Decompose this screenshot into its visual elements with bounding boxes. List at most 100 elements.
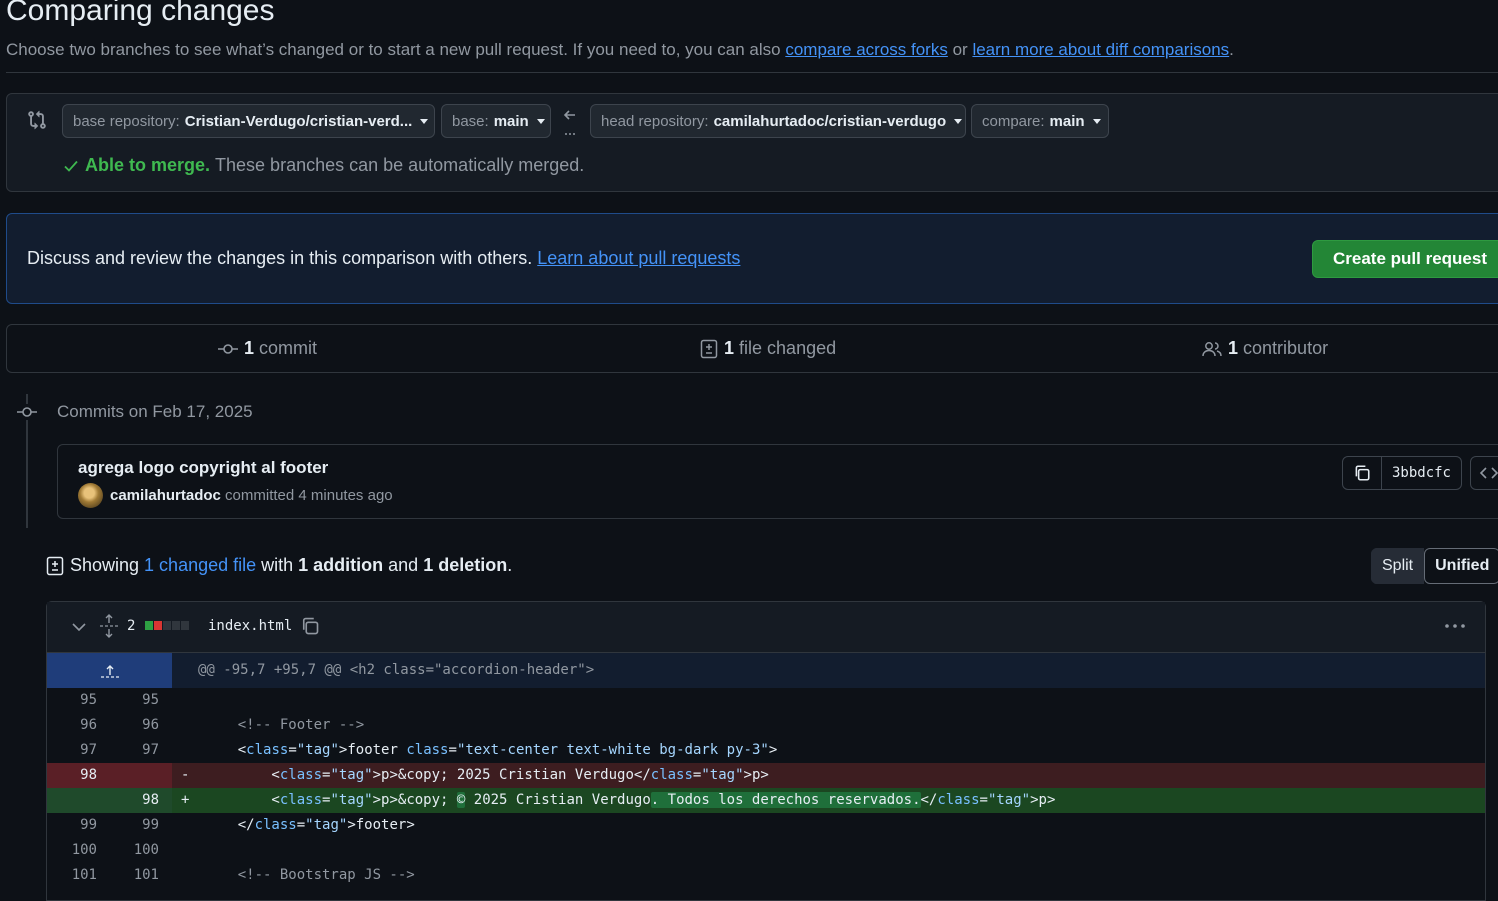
files-count: 1 — [724, 338, 735, 358]
file-change-count: 2 — [127, 618, 136, 634]
old-line-number[interactable]: 98 — [57, 767, 97, 783]
browse-repository-button[interactable] — [1470, 456, 1498, 490]
compare-branch-key: compare: — [982, 112, 1045, 130]
commit-sha-group: 3bbdcfc — [1342, 456, 1462, 490]
base-branch-key: base: — [452, 112, 489, 130]
avatar[interactable] — [78, 483, 103, 508]
diff-sign: - — [181, 767, 190, 783]
code-line: <class="tag">footer class="text-center t… — [204, 742, 778, 758]
new-line-number[interactable]: 96 — [119, 717, 159, 733]
head-repository-value: camilahurtadoc/cristian-verdugo — [713, 112, 947, 130]
base-repository-key: base repository: — [73, 112, 180, 130]
old-line-number[interactable]: 101 — [57, 867, 97, 883]
old-line-number[interactable]: 100 — [57, 842, 97, 858]
code-line: <!-- Footer --> — [204, 717, 365, 733]
additions-count: 1 addition — [298, 555, 384, 575]
banner-text: Discuss and review the changes in this c… — [27, 248, 740, 269]
fold-up-icon — [100, 664, 119, 678]
split-view-button[interactable]: Split — [1371, 548, 1425, 584]
diff-sign: + — [181, 792, 190, 808]
caret-down-icon — [1092, 118, 1101, 124]
tab-commits[interactable]: 1 commit — [218, 338, 317, 359]
copy-icon[interactable] — [300, 616, 320, 636]
commit-author-link[interactable]: camilahurtadoc — [110, 487, 221, 504]
compare-branch-select[interactable]: compare: main — [971, 104, 1109, 138]
new-line-number[interactable]: 101 — [119, 867, 159, 883]
copy-sha-button[interactable] — [1343, 457, 1382, 489]
new-line-number[interactable]: 95 — [119, 692, 159, 708]
caret-down-icon — [536, 118, 545, 124]
tab-contributors[interactable]: 1 contributor — [1202, 338, 1328, 359]
diffstat-blocks — [145, 621, 189, 630]
unified-view-button[interactable]: Unified — [1424, 548, 1498, 584]
old-line-number[interactable]: 99 — [57, 817, 97, 833]
unfold-icon[interactable] — [99, 614, 119, 638]
diff-line-deleted: 98 - <class="tag">p>&copy; 2025 Cristian … — [47, 763, 1485, 788]
diff-line: 95 95 — [47, 688, 1485, 713]
old-line-number[interactable]: 95 — [57, 692, 97, 708]
merge-description: These branches can be automatically merg… — [215, 155, 585, 175]
merge-status: Able to merge. These branches can be aut… — [63, 155, 584, 176]
subtitle-or: or — [952, 40, 968, 59]
git-commit-icon — [218, 343, 238, 354]
old-line-number[interactable]: 96 — [57, 717, 97, 733]
diff-line-added: 98 + <class="tag">p>&copy; © 2025 Cristia… — [47, 788, 1485, 813]
code-icon — [1479, 467, 1498, 479]
contributors-label: contributor — [1243, 338, 1329, 358]
changed-files-link[interactable]: 1 changed file — [144, 555, 256, 576]
chevron-down-icon[interactable] — [70, 619, 88, 635]
code-line: <!-- Bootstrap JS --> — [204, 867, 415, 883]
learn-pull-requests-link[interactable]: Learn about pull requests — [537, 248, 740, 268]
code-line: </class="tag">footer> — [204, 817, 415, 833]
copy-icon — [1355, 465, 1370, 481]
diff-line: 96 96 <!-- Footer --> — [47, 713, 1485, 738]
banner-message: Discuss and review the changes in this c… — [27, 248, 533, 268]
subtitle-text: Choose two branches to see what’s change… — [6, 40, 781, 59]
compare-branch-value: main — [1049, 112, 1085, 130]
expand-up-button[interactable] — [47, 653, 172, 688]
tab-files-changed[interactable]: 1 file changed — [700, 338, 836, 359]
subtitle-end: . — [1229, 40, 1234, 59]
commit-item — [57, 444, 1498, 519]
learn-diff-comparisons-link[interactable]: learn more about diff comparisons — [972, 40, 1229, 59]
page-subtitle: Choose two branches to see what’s change… — [6, 40, 1234, 60]
code-line: <class="tag">p>&copy; © 2025 Cristian Ve… — [204, 792, 1056, 808]
files-label: file changed — [739, 338, 837, 358]
base-repository-select[interactable]: base repository: Cristian-Verdugo/cristi… — [62, 104, 435, 138]
commit-time: committed 4 minutes ago — [225, 487, 393, 504]
new-line-number[interactable]: 99 — [119, 817, 159, 833]
kebab-menu-icon[interactable] — [1443, 618, 1467, 634]
file-diff-icon — [700, 339, 718, 358]
base-branch-select[interactable]: base: main — [441, 104, 551, 138]
new-line-number[interactable]: 100 — [119, 842, 159, 858]
compare-across-forks-link[interactable]: compare across forks — [785, 40, 948, 59]
new-line-number[interactable]: 97 — [119, 742, 159, 758]
commit-message-link[interactable]: agrega logo copyright al footer — [78, 458, 328, 478]
showing-label: Showing — [70, 555, 140, 575]
deletions-count: 1 deletion — [423, 555, 508, 575]
new-line-number[interactable]: 98 — [119, 792, 159, 808]
summary-end: . — [507, 555, 513, 575]
diff-summary: Showing 1 changed file with 1 addition a… — [46, 555, 512, 576]
diff-line: 101 101 <!-- Bootstrap JS --> — [47, 863, 1485, 888]
commits-label: commit — [259, 338, 318, 358]
old-line-number[interactable]: 97 — [57, 742, 97, 758]
diff-line: 99 99 </class="tag">footer> — [47, 813, 1485, 838]
commit-sha-link[interactable]: 3bbdcfc — [1382, 457, 1461, 489]
head-repository-select[interactable]: head repository: camilahurtadoc/cristian… — [590, 104, 966, 138]
git-compare-icon — [27, 110, 47, 130]
arrow-left-icon — [562, 108, 578, 138]
caret-down-icon — [420, 118, 429, 124]
head-repository-key: head repository: — [601, 112, 709, 130]
and-label: and — [388, 555, 419, 575]
contributors-count: 1 — [1228, 338, 1239, 358]
file-name-link[interactable]: index.html — [208, 618, 292, 634]
diff-line: 100 100 — [47, 838, 1485, 863]
page-title: Comparing changes — [6, 0, 275, 27]
check-icon — [64, 160, 78, 172]
with-label: with — [261, 555, 294, 575]
base-branch-value: main — [493, 112, 529, 130]
divider — [6, 72, 1498, 73]
commit-meta: camilahurtadoc committed 4 minutes ago — [110, 487, 393, 504]
create-pull-request-button[interactable]: Create pull request — [1312, 240, 1498, 278]
